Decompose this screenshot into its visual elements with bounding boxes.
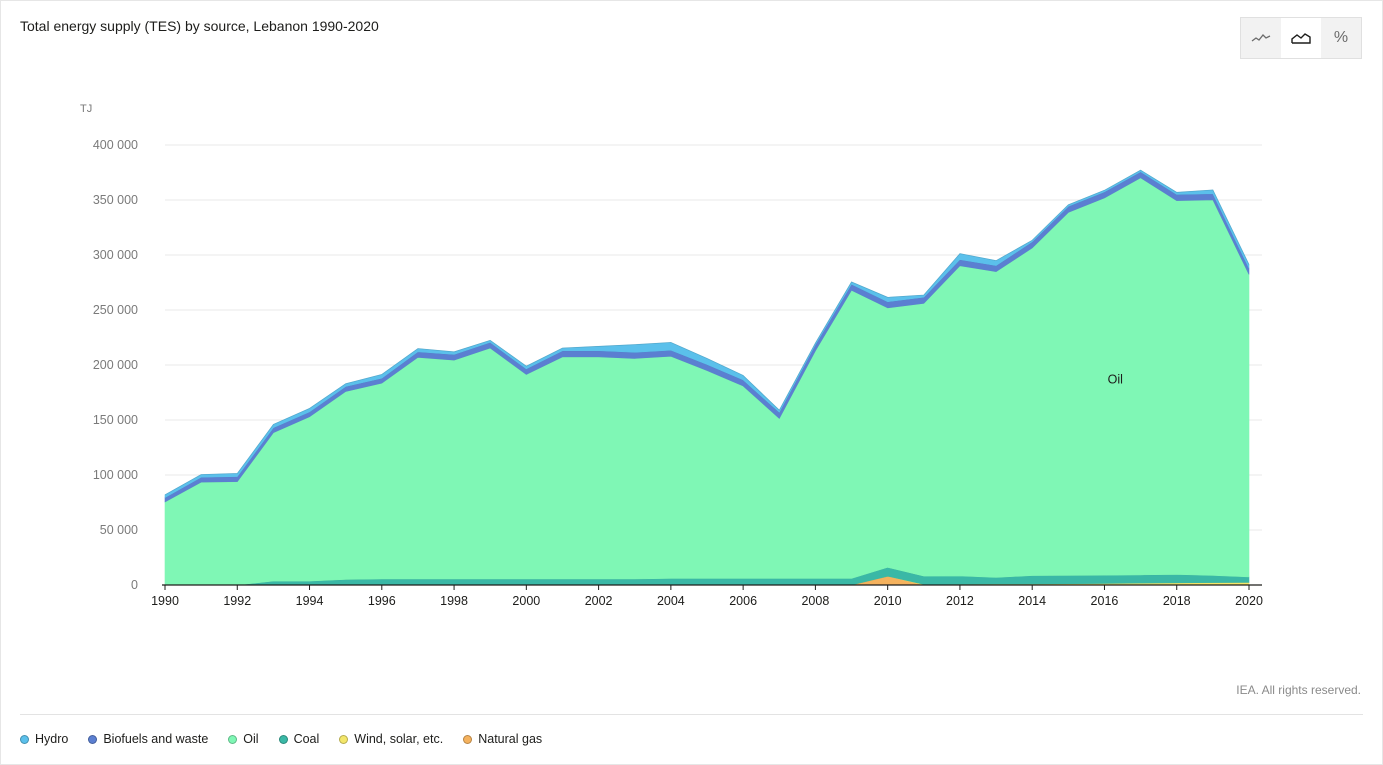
legend-item-wind-solar-etc[interactable]: Wind, solar, etc. — [339, 732, 443, 746]
legend-swatch — [278, 734, 288, 744]
legend-item-hydro[interactable]: Hydro — [20, 732, 68, 746]
x-tick-label: 2004 — [657, 594, 685, 608]
y-tick-label: 100 000 — [93, 468, 138, 482]
legend-label: Biofuels and waste — [103, 732, 209, 746]
legend-label: Hydro — [35, 732, 69, 746]
legend-label: Natural gas — [478, 732, 543, 746]
annotations: Oil — [1108, 373, 1123, 387]
x-tick-label: 1990 — [151, 594, 179, 608]
legend-item-natural-gas[interactable]: Natural gas — [463, 732, 542, 746]
legend-swatch — [228, 734, 238, 744]
legend-item-coal[interactable]: Coal — [278, 732, 320, 746]
y-tick-label: 350 000 — [93, 193, 138, 207]
x-tick-label: 1996 — [368, 594, 396, 608]
x-tick-label: 1998 — [440, 594, 468, 608]
x-tick-label: 2008 — [801, 594, 829, 608]
series-label-oil: Oil — [1108, 373, 1123, 387]
legend-item-oil[interactable]: Oil — [228, 732, 259, 746]
legend-label: Coal — [293, 732, 320, 746]
x-tick-label: 2016 — [1091, 594, 1119, 608]
y-tick-label: 150 000 — [93, 413, 138, 427]
y-tick-label: 400 000 — [93, 138, 138, 152]
legend-divider — [20, 714, 1363, 715]
y-tick-label: 0 — [131, 578, 138, 592]
legend-label: Oil — [243, 732, 259, 746]
x-tick-label: 2000 — [512, 594, 540, 608]
legend-swatch — [20, 734, 29, 744]
area-chart: 0 50 000 100 000 150 000 200 000 250 000 300 0… — [93, 138, 1263, 608]
y-axis-ticks: 0 50 000 100 000 150 000 200 000 250 000 300 0… — [93, 138, 138, 592]
x-tick-label: 2006 — [729, 594, 757, 608]
area-series — [164, 169, 1250, 586]
credit-text: IEA. All rights reserved. — [1236, 683, 1361, 697]
legend-item-biofuels-and-waste[interactable]: Biofuels and waste — [88, 732, 208, 746]
y-tick-label: 250 000 — [93, 303, 138, 317]
legend-swatch — [339, 734, 349, 744]
y-tick-label: 300 000 — [93, 248, 138, 262]
legend-label: Wind, solar, etc. — [354, 732, 444, 746]
x-tick-label: 2020 — [1235, 594, 1263, 608]
x-tick-label: 1992 — [223, 594, 251, 608]
legend-swatch — [88, 734, 98, 744]
x-tick-label: 2002 — [585, 594, 613, 608]
y-tick-label: 200 000 — [93, 358, 138, 372]
legend-swatch — [463, 734, 473, 744]
x-tick-label: 1994 — [296, 594, 324, 608]
y-tick-label: 50 000 — [100, 523, 138, 537]
legend: Hydro Biofuels and waste Oil Coal Wind, sola… — [20, 732, 542, 746]
x-tick-label: 2012 — [946, 594, 974, 608]
x-tick-label: 2018 — [1163, 594, 1191, 608]
x-tick-label: 2010 — [874, 594, 902, 608]
area-oil[interactable] — [164, 177, 1250, 586]
x-tick-label: 2014 — [1018, 594, 1046, 608]
x-axis: 1990 1992 1994 1996 1998 2000 2002 2004 2006 2008… — [151, 584, 1263, 608]
